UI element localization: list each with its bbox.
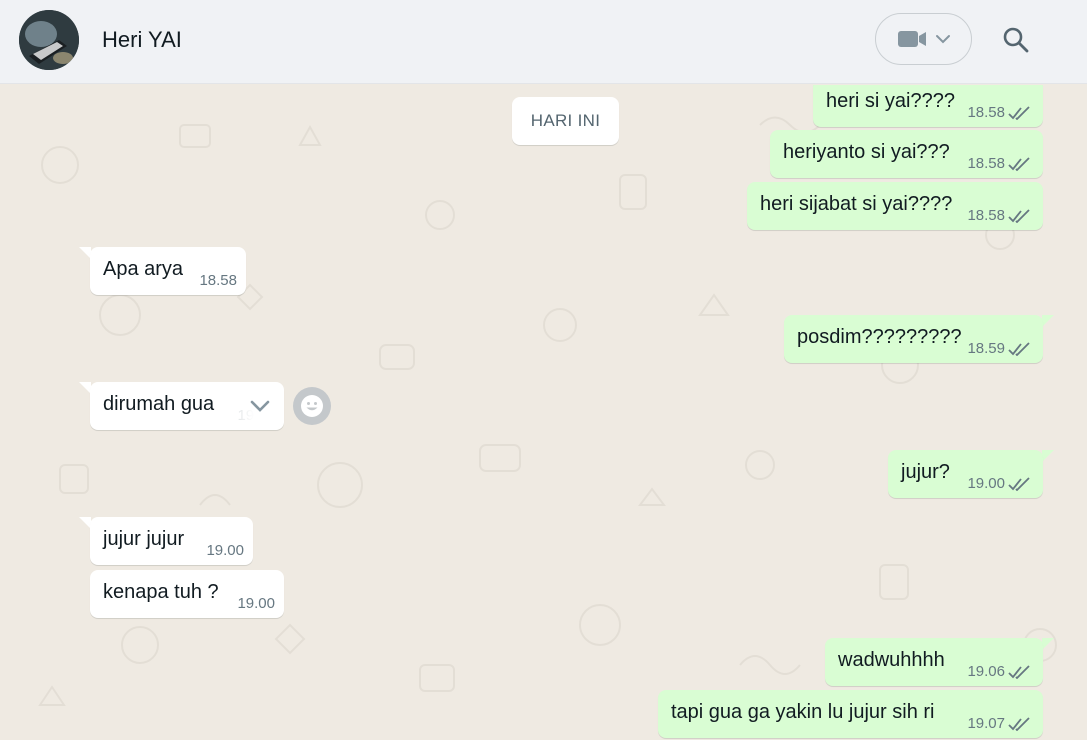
message-text: jujur jujur xyxy=(103,527,185,550)
avatar-photo-icon xyxy=(19,10,79,70)
contact-avatar[interactable] xyxy=(19,10,79,70)
contact-name[interactable]: Heri YAI xyxy=(102,27,182,53)
message-time: 19.07 xyxy=(967,715,1005,732)
outgoing-message[interactable]: posdim????????? 18.59 xyxy=(784,315,1043,363)
message-time: 19.00 xyxy=(967,475,1005,492)
double-check-icon xyxy=(1008,665,1030,679)
message-menu-button[interactable] xyxy=(240,391,280,421)
outgoing-message[interactable]: heri sijabat si yai???? 18.58 xyxy=(747,182,1043,230)
date-divider: HARI INI xyxy=(512,97,619,145)
incoming-message[interactable]: kenapa tuh ? 19.00 xyxy=(90,570,284,618)
incoming-message[interactable]: Apa arya 18.58 xyxy=(90,247,246,295)
double-check-icon xyxy=(1008,477,1030,491)
message-text: tapi gua ga yakin lu jujur sih ri xyxy=(671,700,935,723)
message-time: 18.58 xyxy=(967,155,1005,172)
message-time: 18.59 xyxy=(967,340,1005,357)
message-text: Apa arya xyxy=(103,257,184,280)
smiley-icon xyxy=(301,395,323,417)
double-check-icon xyxy=(1008,717,1030,731)
message-time: 19.00 xyxy=(206,542,244,559)
message-text: wadwuhhhh xyxy=(838,648,945,671)
outgoing-message[interactable]: heri si yai???? 18.58 xyxy=(813,85,1043,127)
message-time: 19.06 xyxy=(967,663,1005,680)
search-button[interactable] xyxy=(998,22,1034,58)
react-emoji-button[interactable] xyxy=(293,387,331,425)
chevron-down-icon xyxy=(935,35,950,44)
video-call-button[interactable] xyxy=(875,13,972,65)
message-text: jujur? xyxy=(901,460,950,483)
outgoing-message[interactable]: heriyanto si yai??? 18.58 xyxy=(770,130,1043,178)
message-text: dirumah gua xyxy=(103,392,215,415)
outgoing-message[interactable]: jujur? 19.00 xyxy=(888,450,1043,498)
chat-header: Heri YAI xyxy=(0,0,1087,84)
search-icon xyxy=(1003,27,1029,53)
message-text: heri sijabat si yai???? xyxy=(760,192,953,215)
chat-panel[interactable]: HARI INI heri si yai???? 18.58 heriyanto… xyxy=(0,85,1087,740)
message-time: 19.00 xyxy=(237,595,275,612)
message-text: kenapa tuh ? xyxy=(103,580,219,603)
double-check-icon xyxy=(1008,209,1030,223)
message-text: posdim????????? xyxy=(797,325,962,348)
video-camera-icon xyxy=(897,31,926,47)
message-text: heri si yai???? xyxy=(826,89,955,112)
message-text: heriyanto si yai??? xyxy=(783,140,950,163)
outgoing-message[interactable]: tapi gua ga yakin lu jujur sih ri 19.07 xyxy=(658,690,1043,738)
message-time: 18.58 xyxy=(199,272,237,289)
outgoing-bubble-tail xyxy=(1042,450,1054,462)
outgoing-bubble-tail xyxy=(1042,638,1054,650)
double-check-icon xyxy=(1008,106,1030,120)
outgoing-message[interactable]: wadwuhhhh 19.06 xyxy=(825,638,1043,686)
double-check-icon xyxy=(1008,342,1030,356)
message-time: 18.58 xyxy=(967,207,1005,224)
message-time: 18.58 xyxy=(967,104,1005,121)
double-check-icon xyxy=(1008,157,1030,171)
incoming-message[interactable]: jujur jujur 19.00 xyxy=(90,517,253,565)
chevron-down-icon xyxy=(250,400,270,412)
outgoing-bubble-tail xyxy=(1042,315,1054,327)
